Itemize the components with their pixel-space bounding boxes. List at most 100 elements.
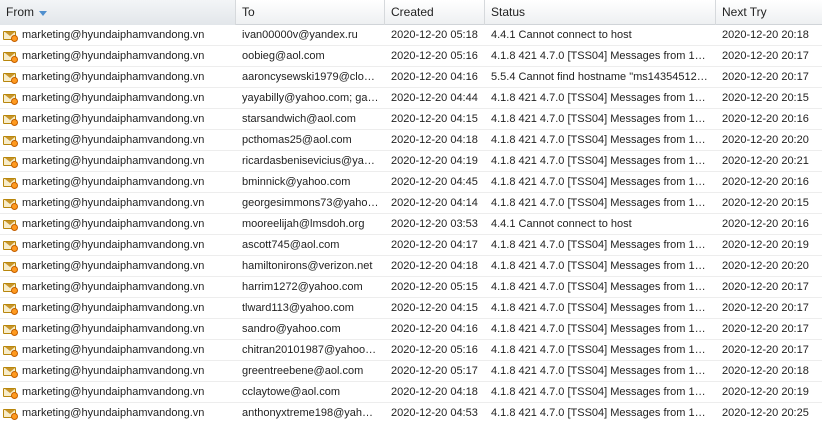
table-row[interactable]: marketing@hyundaiphamvandong.vn sandro@y… xyxy=(0,319,822,340)
table-row[interactable]: marketing@hyundaiphamvandong.vn georgesi… xyxy=(0,193,822,214)
queued-mail-icon xyxy=(3,92,18,105)
cell-from: marketing@hyundaiphamvandong.vn xyxy=(0,340,236,360)
cell-to: tlward113@yahoo.com xyxy=(242,302,354,314)
column-header-status[interactable]: Status xyxy=(485,0,716,25)
grid-header: From To Created Status Next Try xyxy=(0,0,822,25)
cell-from-text: marketing@hyundaiphamvandong.vn xyxy=(22,218,205,230)
cell-from-text: marketing@hyundaiphamvandong.vn xyxy=(22,155,205,167)
cell-to: sandro@yahoo.com xyxy=(242,323,341,335)
queued-mail-icon xyxy=(3,29,18,42)
cell-from: marketing@hyundaiphamvandong.vn xyxy=(0,382,236,402)
cell-next-try: 2020-12-20 20:15 xyxy=(722,197,809,209)
cell-status: 4.1.8 421 4.7.0 [TSS04] Messages from 1… xyxy=(491,113,706,125)
cell-to: pcthomas25@aol.com xyxy=(242,134,352,146)
table-row[interactable]: marketing@hyundaiphamvandong.vn pcthomas… xyxy=(0,130,822,151)
queued-mail-icon xyxy=(3,176,18,189)
cell-status: 4.4.1 Cannot connect to host xyxy=(491,29,632,41)
table-row[interactable]: marketing@hyundaiphamvandong.vn ascott74… xyxy=(0,235,822,256)
cell-status: 4.1.8 421 4.7.0 [TSS04] Messages from 1… xyxy=(491,197,706,209)
cell-from: marketing@hyundaiphamvandong.vn xyxy=(0,361,236,381)
queued-mail-icon xyxy=(3,239,18,252)
grid-body: marketing@hyundaiphamvandong.vn ivan0000… xyxy=(0,25,822,421)
cell-created: 2020-12-20 04:17 xyxy=(391,239,478,251)
queued-mail-icon xyxy=(3,218,18,231)
cell-next-try: 2020-12-20 20:20 xyxy=(722,134,809,146)
table-row[interactable]: marketing@hyundaiphamvandong.vn anthonyx… xyxy=(0,403,822,421)
cell-from-text: marketing@hyundaiphamvandong.vn xyxy=(22,71,205,83)
cell-from-text: marketing@hyundaiphamvandong.vn xyxy=(22,134,205,146)
queued-mail-icon xyxy=(3,260,18,273)
table-row[interactable]: marketing@hyundaiphamvandong.vn oobieg@a… xyxy=(0,46,822,67)
table-row[interactable]: marketing@hyundaiphamvandong.vn starsand… xyxy=(0,109,822,130)
table-row[interactable]: marketing@hyundaiphamvandong.vn chitran2… xyxy=(0,340,822,361)
cell-status: 4.1.8 421 4.7.0 [TSS04] Messages from 1… xyxy=(491,155,706,167)
cell-from-text: marketing@hyundaiphamvandong.vn xyxy=(22,176,205,188)
cell-from-text: marketing@hyundaiphamvandong.vn xyxy=(22,323,205,335)
column-header-next-try-label: Next Try xyxy=(722,5,767,19)
cell-from-text: marketing@hyundaiphamvandong.vn xyxy=(22,50,205,62)
cell-from: marketing@hyundaiphamvandong.vn xyxy=(0,319,236,339)
cell-next-try: 2020-12-20 20:16 xyxy=(722,218,809,230)
cell-from-text: marketing@hyundaiphamvandong.vn xyxy=(22,344,205,356)
cell-created: 2020-12-20 04:16 xyxy=(391,323,478,335)
cell-created: 2020-12-20 04:53 xyxy=(391,407,478,419)
table-row[interactable]: marketing@hyundaiphamvandong.vn cclaytow… xyxy=(0,382,822,403)
cell-from: marketing@hyundaiphamvandong.vn xyxy=(0,298,236,318)
cell-next-try: 2020-12-20 20:19 xyxy=(722,386,809,398)
cell-next-try: 2020-12-20 20:17 xyxy=(722,323,809,335)
column-header-next-try[interactable]: Next Try xyxy=(716,0,822,25)
cell-from-text: marketing@hyundaiphamvandong.vn xyxy=(22,260,205,272)
cell-from-text: marketing@hyundaiphamvandong.vn xyxy=(22,365,205,377)
cell-created: 2020-12-20 04:14 xyxy=(391,197,478,209)
cell-to: ascott745@aol.com xyxy=(242,239,340,251)
queued-mail-icon xyxy=(3,281,18,294)
cell-created: 2020-12-20 04:16 xyxy=(391,71,478,83)
mail-queue-grid: From To Created Status Next Try marketin… xyxy=(0,0,822,421)
table-row[interactable]: marketing@hyundaiphamvandong.vn yayabill… xyxy=(0,88,822,109)
cell-status: 4.1.8 421 4.7.0 [TSS04] Messages from 1… xyxy=(491,260,706,272)
cell-created: 2020-12-20 04:45 xyxy=(391,176,478,188)
cell-next-try: 2020-12-20 20:18 xyxy=(722,365,809,377)
cell-to: hamiltonirons@verizon.net xyxy=(242,260,373,272)
cell-from: marketing@hyundaiphamvandong.vn xyxy=(0,130,236,150)
table-row[interactable]: marketing@hyundaiphamvandong.vn mooreeli… xyxy=(0,214,822,235)
queued-mail-icon xyxy=(3,386,18,399)
column-header-from-label: From xyxy=(6,5,34,19)
cell-created: 2020-12-20 04:15 xyxy=(391,113,478,125)
cell-created: 2020-12-20 05:16 xyxy=(391,344,478,356)
cell-from: marketing@hyundaiphamvandong.vn xyxy=(0,46,236,66)
column-header-to[interactable]: To xyxy=(236,0,385,25)
cell-next-try: 2020-12-20 20:17 xyxy=(722,71,809,83)
column-header-to-label: To xyxy=(242,5,255,19)
table-row[interactable]: marketing@hyundaiphamvandong.vn bminnick… xyxy=(0,172,822,193)
cell-status: 4.4.1 Cannot connect to host xyxy=(491,218,632,230)
cell-next-try: 2020-12-20 20:17 xyxy=(722,50,809,62)
column-header-from[interactable]: From xyxy=(0,0,236,25)
cell-next-try: 2020-12-20 20:17 xyxy=(722,302,809,314)
cell-status: 4.1.8 421 4.7.0 [TSS04] Messages from 1… xyxy=(491,134,706,146)
cell-from: marketing@hyundaiphamvandong.vn xyxy=(0,151,236,171)
cell-created: 2020-12-20 05:15 xyxy=(391,281,478,293)
table-row[interactable]: marketing@hyundaiphamvandong.vn ivan0000… xyxy=(0,25,822,46)
table-row[interactable]: marketing@hyundaiphamvandong.vn greentre… xyxy=(0,361,822,382)
cell-created: 2020-12-20 04:15 xyxy=(391,302,478,314)
cell-next-try: 2020-12-20 20:20 xyxy=(722,260,809,272)
cell-created: 2020-12-20 04:18 xyxy=(391,386,478,398)
cell-to: bminnick@yahoo.com xyxy=(242,176,351,188)
queued-mail-icon xyxy=(3,113,18,126)
table-row[interactable]: marketing@hyundaiphamvandong.vn tlward11… xyxy=(0,298,822,319)
cell-from-text: marketing@hyundaiphamvandong.vn xyxy=(22,407,205,419)
sort-descending-icon xyxy=(39,10,47,16)
table-row[interactable]: marketing@hyundaiphamvandong.vn harrim12… xyxy=(0,277,822,298)
cell-from-text: marketing@hyundaiphamvandong.vn xyxy=(22,92,205,104)
column-header-created[interactable]: Created xyxy=(385,0,485,25)
table-row[interactable]: marketing@hyundaiphamvandong.vn aaroncys… xyxy=(0,67,822,88)
cell-status: 4.1.8 421 4.7.0 [TSS04] Messages from 1… xyxy=(491,386,706,398)
queued-mail-icon xyxy=(3,323,18,336)
cell-from-text: marketing@hyundaiphamvandong.vn xyxy=(22,29,205,41)
cell-from: marketing@hyundaiphamvandong.vn xyxy=(0,193,236,213)
cell-from: marketing@hyundaiphamvandong.vn xyxy=(0,25,236,45)
table-row[interactable]: marketing@hyundaiphamvandong.vn ricardas… xyxy=(0,151,822,172)
cell-from-text: marketing@hyundaiphamvandong.vn xyxy=(22,197,205,209)
table-row[interactable]: marketing@hyundaiphamvandong.vn hamilton… xyxy=(0,256,822,277)
